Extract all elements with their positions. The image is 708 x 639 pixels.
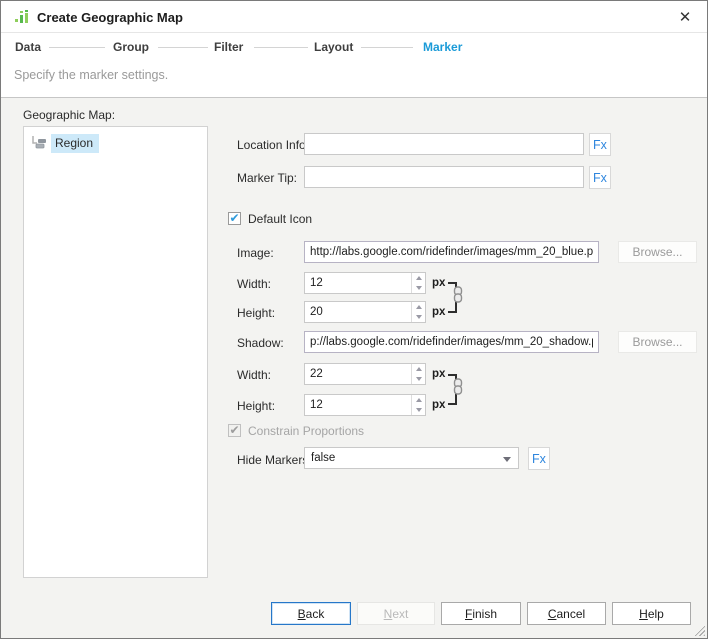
- marker-tip-fx-button[interactable]: Fx: [589, 166, 611, 189]
- step-layout[interactable]: Layout: [314, 40, 353, 54]
- back-button[interactable]: Back: [271, 602, 351, 625]
- image-height-label: Height:: [237, 306, 275, 320]
- shadow-width-stepper[interactable]: 22: [304, 363, 426, 385]
- hide-markers-value: false: [311, 452, 335, 464]
- shadow-label: Shadow:: [237, 336, 284, 350]
- chain-link-icon: [452, 378, 464, 395]
- spin-down-icon[interactable]: [412, 374, 426, 384]
- tree-item-region[interactable]: Region: [30, 133, 99, 153]
- spinner-buttons: [411, 273, 425, 293]
- image-width-value: 12: [310, 277, 323, 289]
- shadow-browse-button[interactable]: Browse...: [618, 331, 697, 353]
- spin-down-icon[interactable]: [412, 312, 426, 322]
- shadow-width-value: 22: [310, 368, 323, 380]
- step-group[interactable]: Group: [113, 40, 149, 54]
- constrain-proportions-label: Constrain Proportions: [248, 424, 364, 438]
- geographic-map-label: Geographic Map:: [23, 108, 115, 122]
- checkmark-icon: ✔: [229, 425, 239, 435]
- step-connector: [158, 47, 208, 48]
- image-height-value: 20: [310, 306, 323, 318]
- shadow-height-unit: px: [432, 399, 445, 411]
- image-width-label: Width:: [237, 277, 271, 291]
- dialog-title: Create Geographic Map: [37, 10, 183, 25]
- finish-button[interactable]: Finish: [441, 602, 521, 625]
- step-filter[interactable]: Filter: [214, 40, 243, 54]
- marker-tip-input[interactable]: [304, 166, 584, 188]
- spin-down-icon[interactable]: [412, 405, 426, 415]
- image-width-unit: px: [432, 277, 445, 289]
- tree-branch-node-icon: [30, 135, 48, 151]
- create-geographic-map-dialog: Create Geographic Map ✕ Data Group Filte…: [0, 0, 708, 639]
- spin-up-icon[interactable]: [412, 364, 426, 374]
- location-info-label: Location Info:: [237, 138, 309, 152]
- step-data[interactable]: Data: [15, 40, 41, 54]
- help-button[interactable]: Help: [612, 602, 691, 625]
- step-connector: [361, 47, 413, 48]
- chevron-down-icon: [503, 457, 511, 462]
- shadow-width-unit: px: [432, 368, 445, 380]
- cancel-button[interactable]: Cancel: [527, 602, 606, 625]
- default-icon-checkbox[interactable]: ✔: [228, 212, 241, 225]
- step-marker-active[interactable]: Marker: [423, 40, 462, 54]
- image-height-unit: px: [432, 306, 445, 318]
- marker-tip-label: Marker Tip:: [237, 171, 297, 185]
- constrain-proportions-checkbox: ✔: [228, 424, 241, 437]
- resize-grip[interactable]: [692, 623, 705, 636]
- step-description: Specify the marker settings.: [14, 68, 168, 82]
- spin-up-icon[interactable]: [412, 273, 426, 283]
- image-url-input[interactable]: [304, 241, 599, 263]
- spin-up-icon[interactable]: [412, 395, 426, 405]
- next-button: Next: [357, 602, 435, 625]
- shadow-height-value: 12: [310, 399, 323, 411]
- tree-item-label: Region: [51, 134, 99, 153]
- hide-markers-select[interactable]: false: [304, 447, 519, 469]
- image-width-stepper[interactable]: 12: [304, 272, 426, 294]
- default-icon-label[interactable]: Default Icon: [248, 212, 312, 226]
- spinner-buttons: [411, 364, 425, 384]
- spinner-buttons: [411, 302, 425, 322]
- spin-up-icon[interactable]: [412, 302, 426, 312]
- checkmark-icon: ✔: [229, 213, 239, 223]
- geographic-map-tree: Region: [23, 126, 208, 578]
- step-connector: [49, 47, 105, 48]
- hide-markers-fx-button[interactable]: Fx: [528, 447, 550, 470]
- image-label: Image:: [237, 246, 274, 260]
- image-height-stepper[interactable]: 20: [304, 301, 426, 323]
- spin-down-icon[interactable]: [412, 283, 426, 293]
- shadow-url-input[interactable]: [304, 331, 599, 353]
- title-bar: Create Geographic Map ✕: [1, 1, 707, 33]
- close-icon[interactable]: ✕: [675, 7, 695, 27]
- location-info-fx-button[interactable]: Fx: [589, 133, 611, 156]
- shadow-width-label: Width:: [237, 368, 271, 382]
- location-info-input[interactable]: [304, 133, 584, 155]
- step-connector: [254, 47, 308, 48]
- app-logo-icon: [14, 9, 30, 25]
- spinner-buttons: [411, 395, 425, 415]
- shadow-height-stepper[interactable]: 12: [304, 394, 426, 416]
- hide-markers-label: Hide Markers:: [237, 453, 312, 467]
- shadow-height-label: Height:: [237, 399, 275, 413]
- image-browse-button[interactable]: Browse...: [618, 241, 697, 263]
- chain-link-icon: [452, 286, 464, 303]
